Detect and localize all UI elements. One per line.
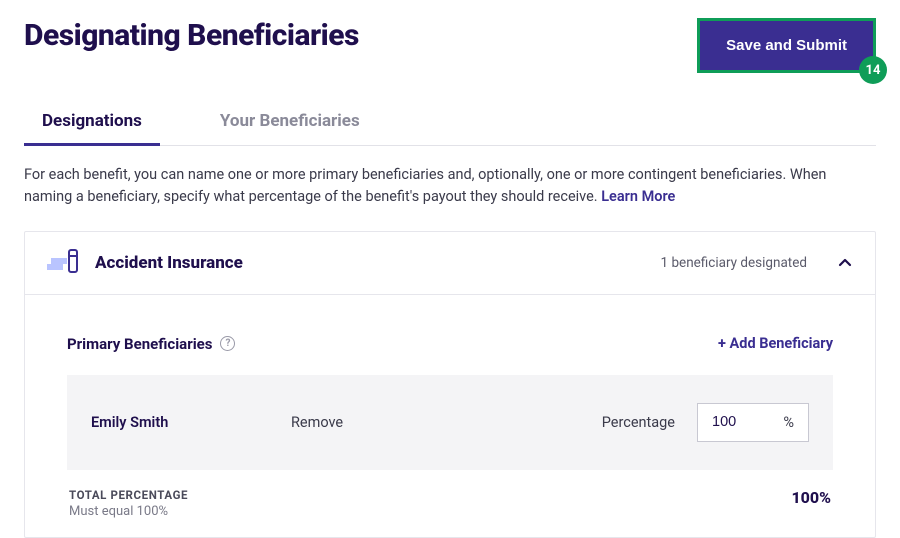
add-beneficiary-button[interactable]: + Add Beneficiary [718, 335, 833, 352]
benefit-panel-header[interactable]: Accident Insurance 1 beneficiary designa… [25, 232, 875, 294]
help-icon[interactable]: ? [220, 336, 235, 351]
primary-section-title: Primary Beneficiaries ? [67, 335, 235, 353]
save-highlight-frame: Save and Submit 14 [697, 18, 876, 73]
chevron-up-icon[interactable] [837, 255, 853, 271]
benefit-panel-body: Primary Beneficiaries ? + Add Beneficiar… [25, 294, 875, 537]
benefit-panel-title: Accident Insurance [95, 253, 243, 273]
save-and-submit-button[interactable]: Save and Submit [700, 21, 873, 70]
tab-bar: Designations Your Beneficiaries [24, 101, 876, 146]
total-percentage-value: 100% [791, 488, 831, 507]
benefit-panel: Accident Insurance 1 beneficiary designa… [24, 231, 876, 538]
benefit-panel-status: 1 beneficiary designated [661, 255, 807, 271]
page-header: Designating Beneficiaries Save and Submi… [24, 18, 876, 73]
page-title: Designating Beneficiaries [24, 18, 359, 53]
step-badge: 14 [859, 56, 887, 84]
primary-section-header: Primary Beneficiaries ? + Add Beneficiar… [67, 335, 833, 353]
tab-designations[interactable]: Designations [24, 101, 160, 145]
accident-insurance-icon [47, 248, 81, 278]
total-percentage-label: TOTAL PERCENTAGE [69, 488, 188, 502]
beneficiary-name: Emily Smith [91, 414, 291, 431]
remove-beneficiary-button[interactable]: Remove [291, 414, 343, 431]
intro-body: For each benefit, you can name one or mo… [24, 166, 826, 205]
percent-sign: % [783, 414, 794, 431]
total-percentage-hint: Must equal 100% [69, 504, 188, 519]
total-row: TOTAL PERCENTAGE Must equal 100% 100% [67, 470, 833, 519]
percentage-label: Percentage [602, 414, 675, 431]
beneficiary-row: Emily Smith Remove Percentage % [67, 375, 833, 470]
intro-text: For each benefit, you can name one or mo… [24, 164, 876, 209]
primary-title-text: Primary Beneficiaries [67, 335, 212, 353]
percentage-input[interactable] [712, 414, 758, 430]
tab-your-beneficiaries[interactable]: Your Beneficiaries [202, 101, 378, 145]
percentage-input-wrap[interactable]: % [697, 403, 809, 442]
learn-more-link[interactable]: Learn More [601, 188, 675, 205]
